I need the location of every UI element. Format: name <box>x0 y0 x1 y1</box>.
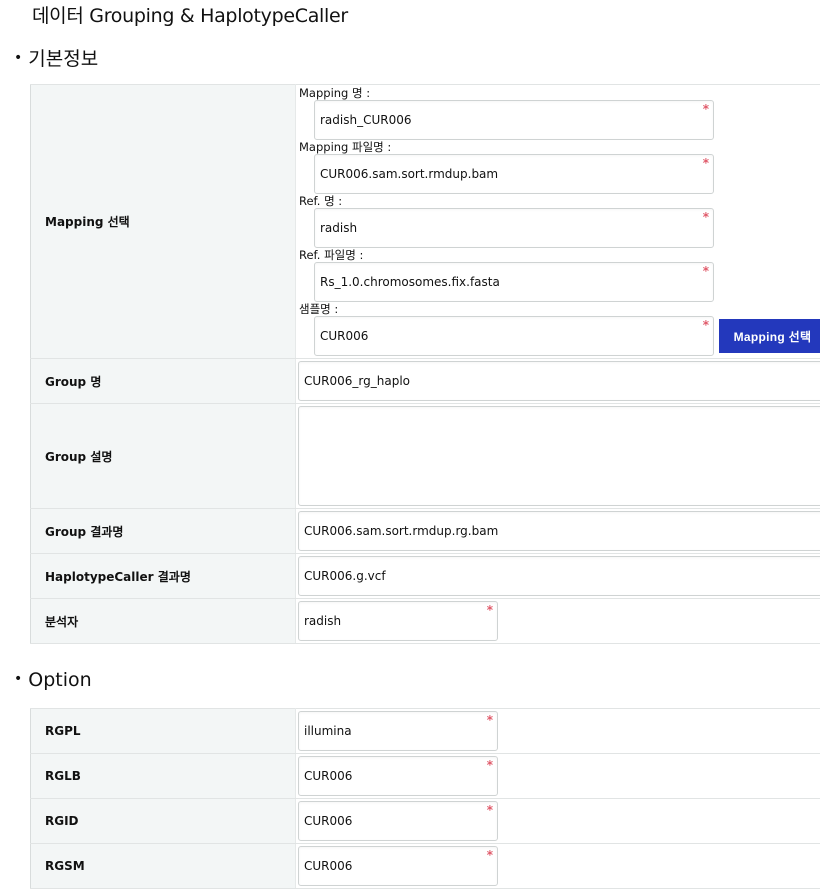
group-result-input[interactable]: CUR006.sam.sort.rmdup.rg.bam <box>298 511 820 551</box>
row-rgid: RGID CUR006 * <box>31 799 820 844</box>
sample-name-label: 샘플명 : <box>298 302 820 316</box>
row-group-desc: Group 설명 <box>31 404 820 509</box>
haplotype-result-value: CUR006.g.vcf <box>304 569 386 583</box>
analyst-cell: radish * <box>296 599 820 644</box>
ref-file-label: Ref. 파일명 : <box>298 248 820 262</box>
rgid-input[interactable]: CUR006 * <box>298 801 498 841</box>
row-group-result: Group 결과명 CUR006.sam.sort.rmdup.rg.bam <box>31 509 820 554</box>
mapping-file-input[interactable]: CUR006.sam.sort.rmdup.bam * <box>314 154 714 194</box>
mapping-label: Mapping 선택 <box>31 85 296 359</box>
rgpl-cell: illumina * <box>296 709 820 754</box>
group-result-cell: CUR006.sam.sort.rmdup.rg.bam <box>296 509 820 554</box>
group-desc-cell <box>296 404 820 509</box>
group-desc-label: Group 설명 <box>31 404 296 509</box>
haplotype-result-cell: CUR006.g.vcf <box>296 554 820 599</box>
ref-name-group: Ref. 명 : radish * <box>298 194 820 248</box>
required-icon: * <box>703 210 709 224</box>
analyst-label: 분석자 <box>31 599 296 644</box>
row-analyst: 분석자 radish * <box>31 599 820 644</box>
ref-file-input[interactable]: Rs_1.0.chromosomes.fix.fasta * <box>314 262 714 302</box>
option-table: RGPL illumina * RGLB CUR006 * RGID CUR00… <box>30 708 820 889</box>
basic-info-table: Mapping 선택 Mapping 명 : radish_CUR006 * M… <box>30 84 820 644</box>
rgid-value: CUR006 <box>304 814 352 828</box>
group-name-label: Group 명 <box>31 359 296 404</box>
ref-name-value: radish <box>320 221 357 235</box>
ref-file-group: Ref. 파일명 : Rs_1.0.chromosomes.fix.fasta … <box>298 248 820 302</box>
group-name-input[interactable]: CUR006_rg_haplo <box>298 361 820 401</box>
required-icon: * <box>487 603 493 617</box>
required-icon: * <box>487 713 493 727</box>
row-rgpl: RGPL illumina * <box>31 709 820 754</box>
row-group-name: Group 명 CUR006_rg_haplo <box>31 359 820 404</box>
row-mapping: Mapping 선택 Mapping 명 : radish_CUR006 * M… <box>31 85 820 359</box>
page-title: 데이터 Grouping & HaplotypeCaller <box>32 1 348 28</box>
rgpl-label: RGPL <box>31 709 296 754</box>
ref-file-value: Rs_1.0.chromosomes.fix.fasta <box>320 275 500 289</box>
required-icon: * <box>487 803 493 817</box>
rglb-value: CUR006 <box>304 769 352 783</box>
sample-name-input[interactable]: CUR006 * <box>314 316 714 356</box>
mapping-file-value: CUR006.sam.sort.rmdup.bam <box>320 167 498 181</box>
ref-name-input[interactable]: radish * <box>314 208 714 248</box>
section-title-option: • Option <box>14 669 92 691</box>
mapping-file-label: Mapping 파일명 : <box>298 140 820 154</box>
required-icon: * <box>703 156 709 170</box>
mapping-fields: Mapping 명 : radish_CUR006 * Mapping 파일명 … <box>296 85 820 359</box>
required-icon: * <box>703 318 709 332</box>
sample-name-value: CUR006 <box>320 329 368 343</box>
row-rglb: RGLB CUR006 * <box>31 754 820 799</box>
group-result-value: CUR006.sam.sort.rmdup.rg.bam <box>304 524 498 538</box>
sample-name-group: 샘플명 : CUR006 * Mapping 선택 <box>298 302 820 356</box>
bullet-icon: • <box>14 50 22 66</box>
mapping-name-value: radish_CUR006 <box>320 113 412 127</box>
group-result-label: Group 결과명 <box>31 509 296 554</box>
mapping-name-input[interactable]: radish_CUR006 * <box>314 100 714 140</box>
section-title-option-text: Option <box>28 669 91 691</box>
mapping-file-group: Mapping 파일명 : CUR006.sam.sort.rmdup.bam … <box>298 140 820 194</box>
group-name-value: CUR006_rg_haplo <box>304 374 410 388</box>
row-haplotype-result: HaplotypeCaller 결과명 CUR006.g.vcf <box>31 554 820 599</box>
bullet-icon: • <box>14 671 22 687</box>
rgsm-value: CUR006 <box>304 859 352 873</box>
rglb-input[interactable]: CUR006 * <box>298 756 498 796</box>
rgsm-input[interactable]: CUR006 * <box>298 846 498 886</box>
required-icon: * <box>703 264 709 278</box>
rglb-label: RGLB <box>31 754 296 799</box>
rgid-cell: CUR006 * <box>296 799 820 844</box>
rgid-label: RGID <box>31 799 296 844</box>
required-icon: * <box>703 102 709 116</box>
sample-name-row: CUR006 * Mapping 선택 <box>298 316 820 356</box>
group-name-cell: CUR006_rg_haplo <box>296 359 820 404</box>
analyst-value: radish <box>304 614 341 628</box>
rglb-cell: CUR006 * <box>296 754 820 799</box>
section-title-basic: • 기본정보 <box>14 44 98 71</box>
mapping-select-button[interactable]: Mapping 선택 <box>719 319 820 353</box>
rgpl-input[interactable]: illumina * <box>298 711 498 751</box>
mapping-name-label: Mapping 명 : <box>298 86 820 100</box>
haplotype-result-label: HaplotypeCaller 결과명 <box>31 554 296 599</box>
analyst-input[interactable]: radish * <box>298 601 498 641</box>
required-icon: * <box>487 758 493 772</box>
group-desc-textarea[interactable] <box>298 406 820 506</box>
haplotype-result-input[interactable]: CUR006.g.vcf <box>298 556 820 596</box>
rgpl-value: illumina <box>304 724 352 738</box>
section-title-basic-text: 기본정보 <box>28 48 98 70</box>
required-icon: * <box>487 848 493 862</box>
ref-name-label: Ref. 명 : <box>298 194 820 208</box>
mapping-name-group: Mapping 명 : radish_CUR006 * <box>298 86 820 140</box>
